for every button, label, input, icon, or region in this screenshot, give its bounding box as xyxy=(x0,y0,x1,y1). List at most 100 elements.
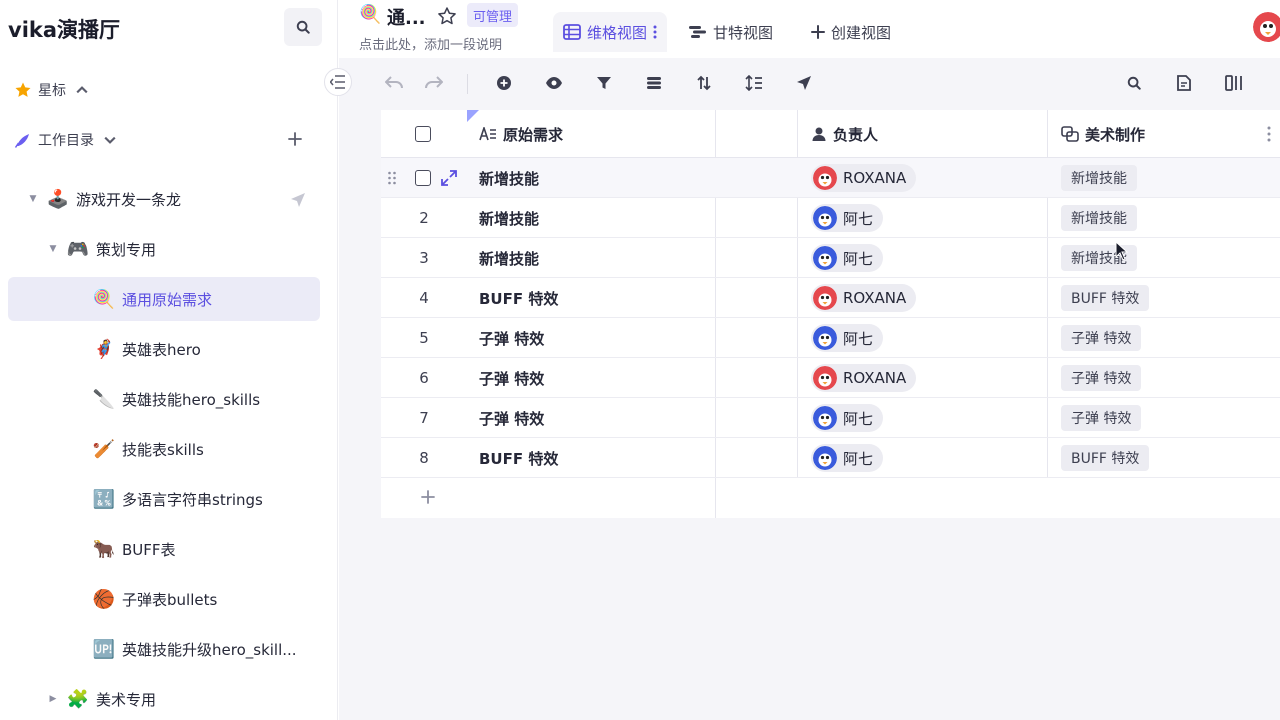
widget-panel-button[interactable] xyxy=(1225,74,1243,92)
linked-record-tag[interactable]: 子弹 特效 xyxy=(1061,325,1142,351)
add-row-icon[interactable] xyxy=(419,488,437,506)
drag-handle-icon[interactable] xyxy=(387,171,397,185)
linked-record-tag[interactable]: 新增技能 xyxy=(1061,205,1137,231)
sidebar-tree-item[interactable]: ▶ 🧩 美术专用 xyxy=(48,677,156,720)
sidebar-tree-item[interactable]: 🏀 子弹表bullets xyxy=(92,577,218,621)
row-checkbox[interactable] xyxy=(415,170,431,186)
requirement-cell[interactable]: 子弹 特效 xyxy=(479,408,544,429)
tab-gantt-view[interactable]: 甘特视图 xyxy=(679,12,783,52)
add-circle-icon xyxy=(497,76,511,90)
requirement-cell[interactable]: 子弹 特效 xyxy=(479,368,544,389)
table-row[interactable]: 7 子弹 特效 阿七 子弹 特效 xyxy=(381,398,1280,438)
caret-down-icon[interactable]: ▼ xyxy=(48,244,58,254)
table-row[interactable]: 2 新增技能 阿七 新增技能 xyxy=(381,198,1280,238)
more-vertical-icon[interactable] xyxy=(1267,126,1271,142)
sidebar-tree-item[interactable]: 🏏 技能表skills xyxy=(92,427,204,471)
sidebar-tree-item[interactable]: 🍭 通用原始需求 xyxy=(8,277,320,321)
sidebar-tree-item[interactable]: ▼ 🕹️ 游戏开发一条龙 xyxy=(28,177,181,221)
member-name: 阿七 xyxy=(843,329,874,348)
sidebar-tree-item[interactable]: ▼ 🎮 策划专用 xyxy=(48,227,156,271)
requirement-cell[interactable]: BUFF 特效 xyxy=(479,448,558,469)
member-name: 阿七 xyxy=(843,209,874,228)
expand-record-icon[interactable] xyxy=(441,170,457,186)
sidebar-tree-item[interactable]: 🔪 英雄技能hero_skills xyxy=(92,377,260,421)
linked-record-tag[interactable]: BUFF 特效 xyxy=(1061,285,1150,311)
table-row[interactable]: 3 新增技能 阿七 新增技能 xyxy=(381,238,1280,278)
owner-cell[interactable]: 阿七 xyxy=(811,444,884,472)
node-emoji-icon: 🏀 xyxy=(92,588,116,610)
datasheet-emoji-icon[interactable]: 🍭 xyxy=(359,4,381,25)
owner-cell[interactable]: 阿七 xyxy=(811,244,884,272)
requirement-cell[interactable]: 新增技能 xyxy=(479,248,539,269)
requirement-cell[interactable]: 子弹 特效 xyxy=(479,328,544,349)
undo-button[interactable] xyxy=(385,74,403,92)
api-button[interactable] xyxy=(1175,74,1193,92)
row-number: 7 xyxy=(419,409,429,427)
filter-icon xyxy=(597,77,611,89)
add-record-button[interactable] xyxy=(495,74,513,92)
redo-button[interactable] xyxy=(425,74,443,92)
datasheet-description[interactable]: 点击此处，添加一段说明 xyxy=(359,34,502,53)
owner-cell[interactable]: ROXANA xyxy=(811,284,917,312)
owner-cell[interactable]: ROXANA xyxy=(811,164,917,192)
caret-right-icon[interactable]: ▶ xyxy=(48,694,58,704)
find-button[interactable] xyxy=(1125,74,1143,92)
tab-grid-view[interactable]: 维格视图 xyxy=(553,12,668,52)
catalog-section[interactable]: 工作目录 xyxy=(14,128,116,152)
share-view-button[interactable] xyxy=(795,74,813,92)
table-row[interactable]: 5 子弹 特效 阿七 子弹 特效 xyxy=(381,318,1280,358)
requirement-cell[interactable]: BUFF 特效 xyxy=(479,288,558,309)
filter-button[interactable] xyxy=(595,74,613,92)
sidebar-tree-item-label: 技能表skills xyxy=(122,440,204,459)
column-header-art[interactable]: 美术制作 xyxy=(1061,110,1145,158)
caret-down-icon[interactable]: ▼ xyxy=(28,194,38,204)
sidebar-tree-item[interactable]: 🦸 英雄表hero xyxy=(92,327,201,371)
add-node-icon[interactable] xyxy=(286,130,304,148)
node-emoji-icon: 🦸 xyxy=(92,338,116,360)
table-row[interactable]: 新增技能 ROXANA 新增技能 xyxy=(381,158,1280,198)
requirement-cell[interactable]: 新增技能 xyxy=(479,208,539,229)
owner-cell[interactable]: 阿七 xyxy=(811,404,884,432)
linked-record-tag[interactable]: 子弹 特效 xyxy=(1061,365,1142,391)
sort-button[interactable] xyxy=(695,74,713,92)
group-button[interactable] xyxy=(645,74,663,92)
column-header-owner[interactable]: 负责人 xyxy=(811,110,878,158)
linked-record-tag[interactable]: 新增技能 xyxy=(1061,165,1137,191)
sidebar-tree-item[interactable]: 🐂 BUFF表 xyxy=(92,527,176,571)
table-row[interactable]: 8 BUFF 特效 阿七 BUFF 特效 xyxy=(381,438,1280,478)
select-all-checkbox[interactable] xyxy=(415,126,431,142)
linked-record-tag[interactable]: 子弹 特效 xyxy=(1061,405,1142,431)
star-filled-icon xyxy=(15,82,31,97)
requirement-cell[interactable]: 新增技能 xyxy=(479,168,539,189)
table-row[interactable]: 6 子弹 特效 ROXANA 子弹 特效 xyxy=(381,358,1280,398)
sidebar-tree-item[interactable]: 🆙 英雄技能升级hero_skill... xyxy=(92,627,297,671)
node-emoji-icon: 🍭 xyxy=(92,288,116,310)
owner-cell[interactable]: ROXANA xyxy=(811,364,917,392)
row-height-button[interactable] xyxy=(745,74,763,92)
hide-fields-button[interactable] xyxy=(545,74,563,92)
avatar-roxana-icon xyxy=(813,166,837,190)
member-avatar xyxy=(813,446,837,470)
sidebar-collapse-button[interactable] xyxy=(324,68,352,96)
owner-cell[interactable]: 阿七 xyxy=(811,324,884,352)
share-icon[interactable] xyxy=(290,192,306,208)
star-outline-icon[interactable] xyxy=(437,6,457,26)
sidebar-tree-item[interactable]: 🔣 多语言字符串strings xyxy=(92,477,263,521)
member-name: 阿七 xyxy=(843,449,874,468)
column-header-requirement[interactable]: 原始需求 xyxy=(479,110,563,158)
datasheet-title[interactable]: 通... xyxy=(387,4,426,30)
column-header-art-label: 美术制作 xyxy=(1085,125,1146,144)
more-vertical-icon[interactable] xyxy=(653,25,657,39)
owner-cell[interactable]: 阿七 xyxy=(811,204,884,232)
sidebar-search-button[interactable] xyxy=(284,8,322,46)
user-avatar[interactable] xyxy=(1253,12,1280,42)
starred-section[interactable]: 星标 xyxy=(14,78,88,102)
table-row[interactable]: 4 BUFF 特效 ROXANA BUFF 特效 xyxy=(381,278,1280,318)
linked-record-tag[interactable]: BUFF 特效 xyxy=(1061,445,1150,471)
permission-badge[interactable]: 可管理 xyxy=(467,3,519,27)
chevron-down-icon xyxy=(104,136,116,144)
create-view-button[interactable]: 创建视图 xyxy=(801,12,901,52)
tab-grid-view-label: 维格视图 xyxy=(587,23,648,42)
row-number: 5 xyxy=(419,329,429,347)
member-avatar xyxy=(813,286,837,310)
